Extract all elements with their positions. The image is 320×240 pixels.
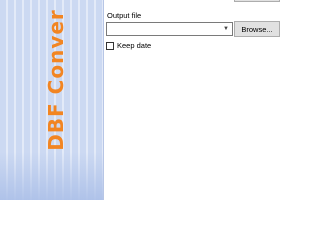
banner-shadow (0, 152, 104, 200)
output-file-combobox[interactable]: ▼ (106, 22, 233, 36)
side-banner: DBF Conver (0, 0, 104, 200)
wizard-page: DBF Conver Output file ▼ Browse... Keep … (0, 0, 320, 200)
top-browse-button[interactable] (234, 0, 280, 2)
keep-date-checkbox-row[interactable]: Keep date (106, 41, 151, 50)
output-file-label: Output file (107, 11, 142, 20)
browse-button[interactable]: Browse... (234, 21, 280, 37)
banner-divider (103, 0, 104, 200)
banner-title: DBF Conver (44, 9, 68, 151)
chevron-down-icon[interactable]: ▼ (220, 23, 232, 35)
keep-date-label: Keep date (117, 41, 152, 50)
keep-date-checkbox[interactable] (106, 41, 114, 50)
